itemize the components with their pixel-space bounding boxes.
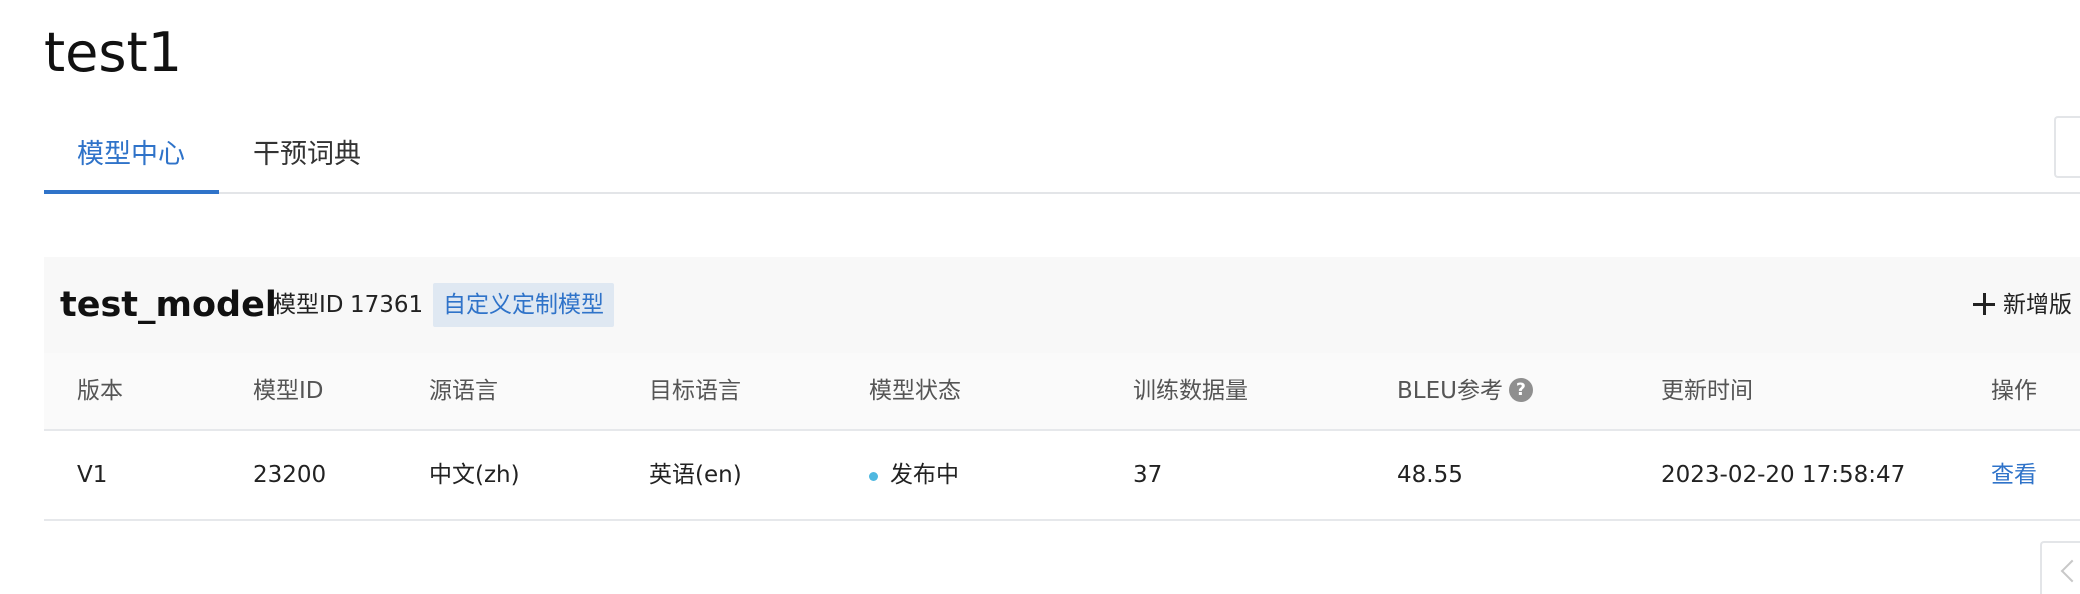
cell-source-language: 中文(zh) xyxy=(429,462,520,488)
column-header-updated-time: 更新时间 xyxy=(1661,378,1753,404)
cell-model-id: 23200 xyxy=(253,462,327,488)
column-header-bleu: BLEU参考? xyxy=(1397,353,1533,429)
plus-icon xyxy=(1973,292,1995,315)
table-row: V1 23200 中文(zh) 英语(en) 发布中 37 48.55 2023… xyxy=(44,431,2080,521)
cell-updated-time: 2023-02-20 17:58:47 xyxy=(1661,462,1906,488)
status-label: 发布中 xyxy=(890,462,959,488)
column-header-version: 版本 xyxy=(77,378,123,404)
cell-target-language: 英语(en) xyxy=(649,462,742,488)
status-dot-icon xyxy=(869,472,878,481)
tab-bar: 模型中心 干预词典 xyxy=(44,126,2080,194)
add-version-button[interactable]: 新增版 xyxy=(1973,287,2072,323)
chevron-left-icon xyxy=(2060,559,2080,583)
column-header-target-language: 目标语言 xyxy=(649,378,741,404)
add-version-label: 新增版 xyxy=(2003,292,2072,318)
page: test1 模型中心 干预词典 test_model 模型ID 17361 自定… xyxy=(0,0,2080,594)
tab-model-center[interactable]: 模型中心 xyxy=(44,126,219,194)
collapse-panel-button[interactable] xyxy=(2040,541,2080,594)
model-name: test_model xyxy=(60,285,277,325)
column-header-model-status: 模型状态 xyxy=(869,378,961,404)
help-icon[interactable]: ? xyxy=(1508,377,1533,402)
column-header-model-id: 模型ID xyxy=(253,378,324,404)
column-header-bleu-label: BLEU参考 xyxy=(1397,378,1503,404)
column-header-action: 操作 xyxy=(1991,378,2037,404)
table-header: 版本 模型ID 源语言 目标语言 模型状态 训练数据量 BLEU参考? 更新时间… xyxy=(44,353,2080,431)
column-header-training-volume: 训练数据量 xyxy=(1133,378,1248,404)
model-id-label: 模型ID xyxy=(273,292,344,318)
model-type-tag: 自定义定制模型 xyxy=(433,283,614,327)
column-header-source-language: 源语言 xyxy=(429,378,498,404)
view-link[interactable]: 查看 xyxy=(1991,431,2037,519)
cell-model-status: 发布中 xyxy=(869,431,959,519)
cell-bleu: 48.55 xyxy=(1397,462,1463,488)
top-right-button-edge[interactable] xyxy=(2054,116,2080,178)
model-card-header: test_model 模型ID 17361 自定义定制模型 新增版 xyxy=(44,257,2080,355)
tab-intervention-dictionary[interactable]: 干预词典 xyxy=(253,126,361,192)
model-card: test_model 模型ID 17361 自定义定制模型 新增版 版本 模型I… xyxy=(44,257,2080,521)
cell-training-volume: 37 xyxy=(1133,462,1163,488)
page-title: test1 xyxy=(44,21,183,84)
model-id-value: 17361 xyxy=(350,292,424,318)
cell-version: V1 xyxy=(77,462,108,488)
